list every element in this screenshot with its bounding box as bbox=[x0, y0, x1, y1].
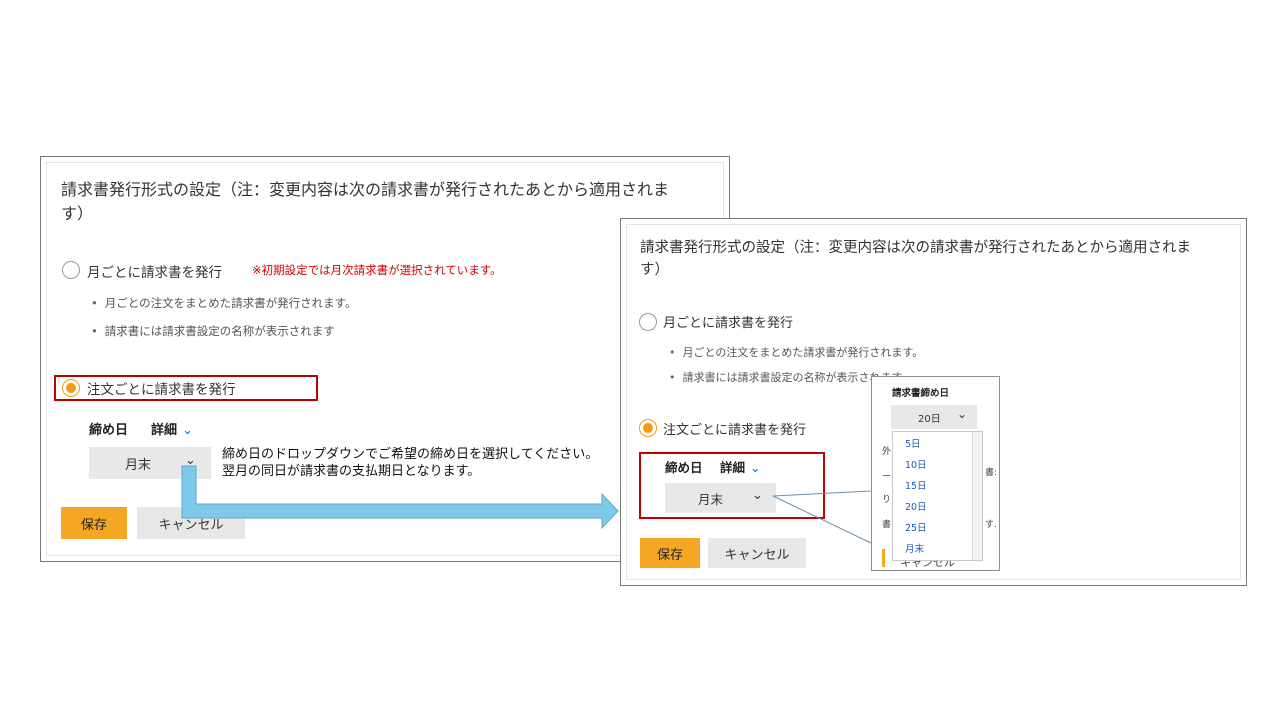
annotation-overlay bbox=[181, 465, 872, 544]
connector-line bbox=[772, 490, 872, 497]
flow-arrow-icon bbox=[181, 465, 619, 530]
connector-line bbox=[772, 495, 872, 544]
